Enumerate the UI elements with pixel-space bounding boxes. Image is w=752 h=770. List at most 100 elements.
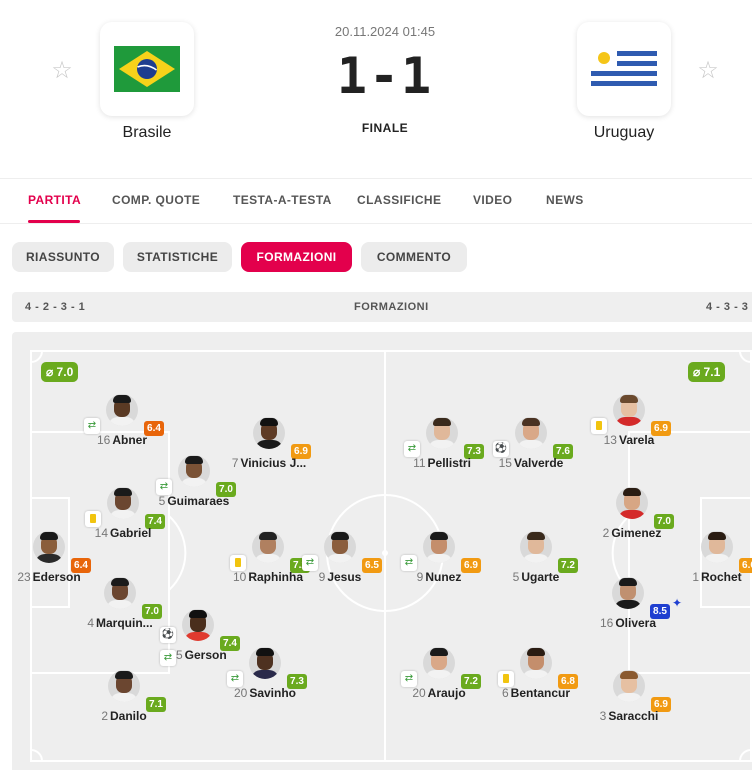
player-number: 6 (501, 686, 509, 700)
player-photo (182, 609, 214, 641)
player-saracchi[interactable]: 6.9 3 Saracchi (579, 670, 679, 734)
player-name: Jesus (327, 570, 362, 584)
player-photo (106, 394, 138, 426)
away-team-logo[interactable] (577, 22, 671, 116)
player-pellistri[interactable]: 7.3 11 Pellistri ⇄ (392, 417, 492, 481)
player-photo (426, 417, 458, 449)
tab-video[interactable]: VIDEO (473, 193, 512, 207)
player-name: Varela (618, 433, 655, 447)
player-name: Nunez (425, 570, 462, 584)
subtab-statistiche[interactable]: STATISTICHE (123, 242, 232, 272)
player-label: 20 Araujo (389, 686, 489, 700)
player-number: 10 (232, 570, 247, 584)
player-name: Olivera (615, 616, 657, 630)
subtab-commento[interactable]: COMMENTO (361, 242, 467, 272)
player-name: Pellistri (427, 456, 471, 470)
substitution-icon: ⇄ (302, 555, 318, 571)
yellow-card-icon (85, 511, 101, 527)
player-jesus[interactable]: 6.5 9 Jesus ⇄ (290, 531, 390, 595)
player-photo (613, 394, 645, 426)
player-rochet[interactable]: 6.61Rochet (667, 531, 752, 595)
pitch: ⌀ 7.0 ⌀ 7.1 6.4 16 Abner ⇄ 6.9 7 Vinicius J...… (12, 332, 752, 770)
player-number: 20 (412, 686, 426, 700)
subtab-formazioni[interactable]: FORMAZIONI (241, 242, 352, 272)
substitution-icon: ⇄ (84, 418, 100, 434)
best-player-star-icon: ✦ (672, 596, 683, 610)
player-label: 3 Saracchi (579, 709, 679, 723)
away-team-name[interactable]: Uruguay (544, 124, 704, 142)
formation-bar: 4 - 2 - 3 - 1 FORMAZIONI 4 - 3 - 3 (12, 292, 752, 322)
yellow-card-icon (230, 555, 246, 571)
player-olivera[interactable]: 8.5 16 Olivera ✦ (578, 577, 682, 641)
player-number: 5 (512, 570, 520, 584)
player-number: 2 (101, 709, 108, 723)
player-label: 6 Bentancur (486, 686, 586, 700)
player-label: 9 Jesus (290, 570, 390, 584)
player-photo (252, 531, 284, 563)
player-photo (701, 531, 733, 563)
substitution-icon: ⇄ (160, 650, 176, 666)
player-name: Rochet (701, 570, 742, 584)
player-label: 16 Olivera (578, 616, 678, 630)
player-name: Abner (112, 433, 148, 447)
player-number: 13 (603, 433, 617, 447)
player-name: Vinicius J... (240, 456, 307, 470)
player-number: 1 (692, 570, 699, 584)
player-photo (249, 647, 281, 679)
tab-comp-quote[interactable]: COMP. QUOTE (112, 193, 200, 207)
player-label: 1 Rochet (667, 570, 752, 584)
favorite-away-star-icon[interactable]: ☆ (696, 58, 720, 82)
tab-classifiche[interactable]: CLASSIFICHE (357, 193, 441, 207)
yellow-card-icon (498, 671, 514, 687)
player-name: Araujo (427, 686, 466, 700)
player-number: 23 (17, 570, 31, 584)
yellow-card-icon (591, 418, 607, 434)
home-average-rating: ⌀ 7.0 (41, 362, 79, 382)
player-name: Bentancur (510, 686, 571, 700)
substitution-icon: ⇄ (401, 671, 417, 687)
substitution-icon: ⇄ (401, 555, 417, 571)
player-label: 2 Danilo (74, 709, 174, 723)
player-number: 16 (96, 433, 111, 447)
player-photo (107, 487, 139, 519)
home-team-logo[interactable] (100, 22, 194, 116)
tab-testa-a-testa[interactable]: TESTA-A-TESTA (233, 193, 332, 207)
player-photo (108, 670, 140, 702)
player-valverde[interactable]: 7.6 15 Valverde ⚽ (481, 417, 581, 481)
tab-news[interactable]: NEWS (546, 193, 584, 207)
player-photo (423, 531, 455, 563)
player-name: Gabriel (110, 526, 152, 540)
substitution-icon: ⇄ (227, 671, 243, 687)
player-number: 9 (416, 570, 424, 584)
player-ugarte[interactable]: 7.2 5 Ugarte (486, 531, 586, 595)
player-name: Marquin... (96, 616, 153, 630)
favorite-home-star-icon[interactable]: ☆ (50, 58, 74, 82)
player-araujo[interactable]: 7.2 20 Araujo ⇄ (389, 647, 489, 711)
match-score: 1-1 (336, 47, 434, 105)
player-number: 16 (599, 616, 614, 630)
player-abner[interactable]: 6.4 16 Abner ⇄ (72, 394, 172, 458)
player-danilo[interactable]: 7.1 2 Danilo (74, 670, 174, 734)
player-nunez[interactable]: 6.9 9 Nunez ⇄ (389, 531, 489, 595)
player-label: 16 Abner (72, 433, 172, 447)
player-photo (520, 647, 552, 679)
match-date: 20.11.2024 01:45 (334, 24, 436, 39)
player-name: Savinho (249, 686, 297, 700)
formation-title: FORMAZIONI (354, 301, 429, 313)
away-average-rating: ⌀ 7.1 (688, 362, 726, 382)
player-photo (104, 577, 136, 609)
player-photo (324, 531, 356, 563)
home-team-name[interactable]: Brasile (67, 124, 227, 142)
tab-partita[interactable]: PARTITA (28, 193, 81, 207)
player-number: 20 (233, 686, 248, 700)
player-name: Gimenez (611, 526, 662, 540)
brazil-flag-icon (114, 46, 180, 92)
subtab-riassunto[interactable]: RIASSUNTO (12, 242, 114, 272)
player-name: Saracchi (608, 709, 659, 723)
player-photo (253, 417, 285, 449)
player-savinho[interactable]: 7.3 20 Savinho ⇄ (215, 647, 315, 711)
player-photo (612, 577, 644, 609)
player-varela[interactable]: 6.9 13 Varela (579, 394, 679, 458)
goal-ball-icon: ⚽ (160, 627, 176, 643)
player-bentancur[interactable]: 6.8 6 Bentancur (486, 647, 586, 711)
